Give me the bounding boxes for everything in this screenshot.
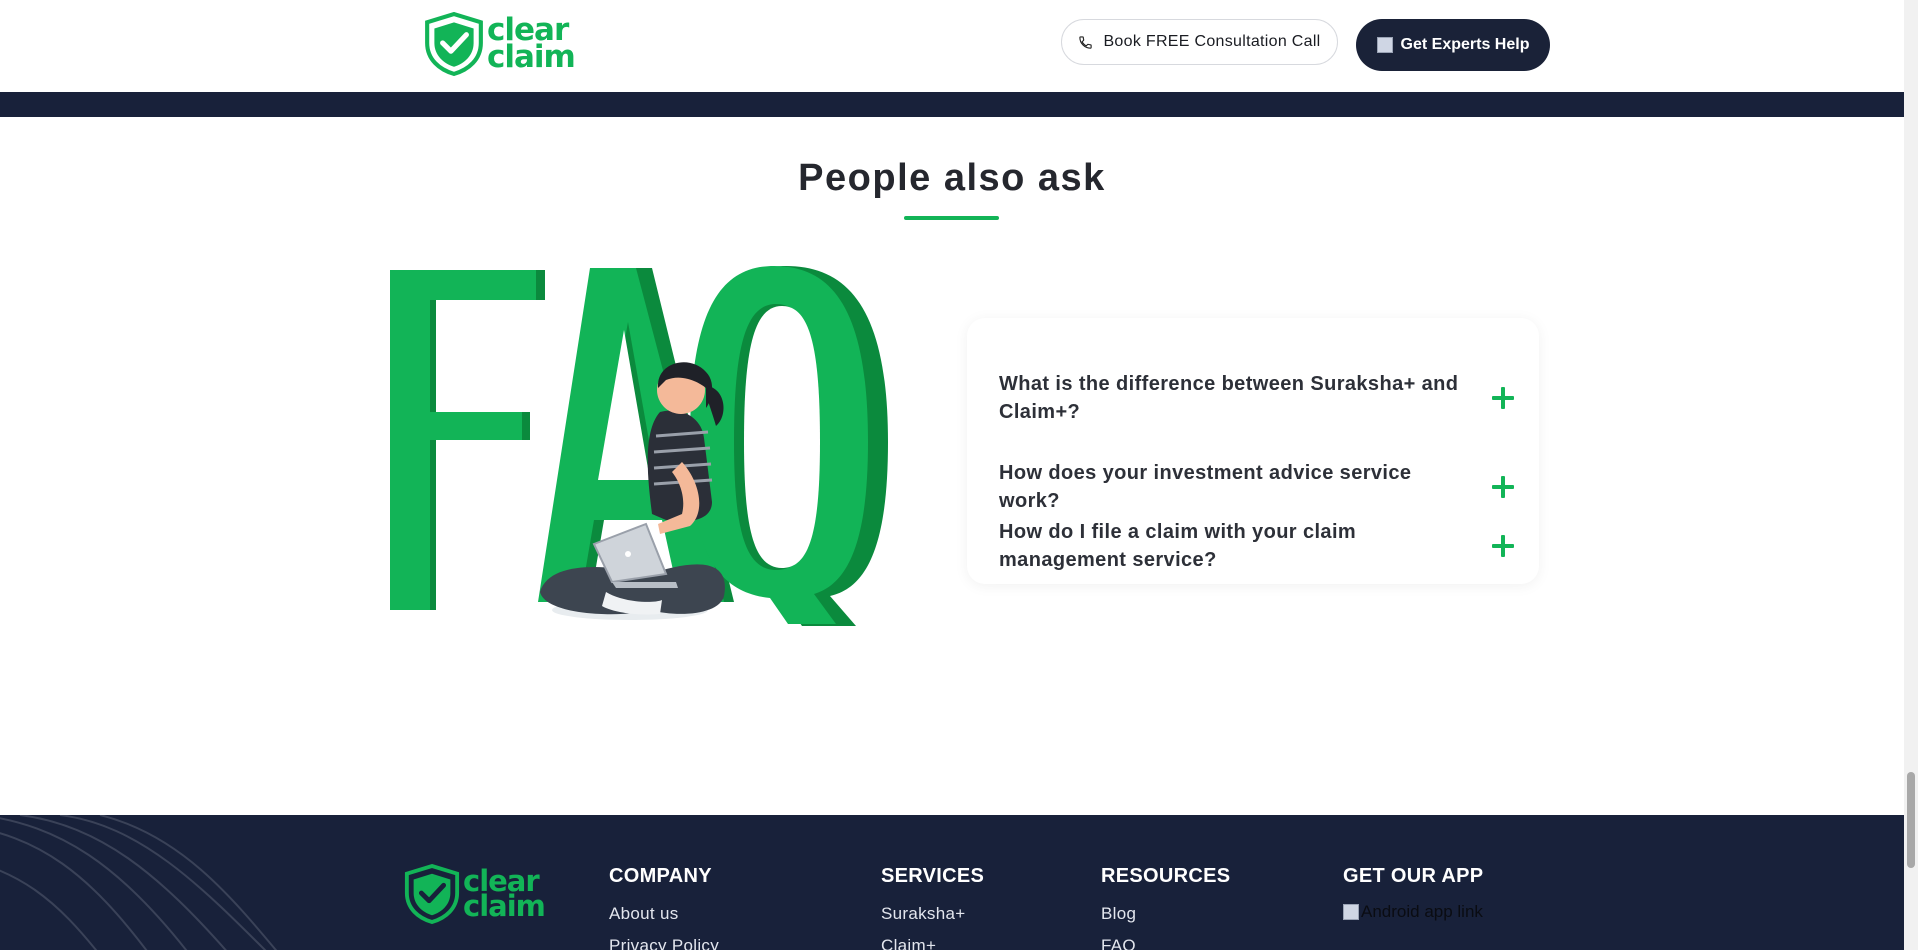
logo-wordmark: clear claim	[487, 12, 576, 75]
footer-services-column: SERVICES Suraksha+ Claim+	[881, 865, 984, 950]
faq-illustration	[390, 266, 888, 626]
book-consultation-label: Book FREE Consultation Call	[1103, 33, 1321, 50]
scrollbar-thumb[interactable]	[1907, 772, 1915, 868]
footer-link-faq[interactable]: FAQ	[1101, 936, 1230, 950]
footer-heading-services: SERVICES	[881, 865, 985, 887]
plus-icon[interactable]	[1491, 534, 1515, 558]
clearclaim-logo[interactable]: clear claim	[423, 12, 576, 76]
wave-pattern-decoration	[0, 815, 278, 950]
footer-heading-resources: RESOURCES	[1101, 865, 1231, 887]
site-footer: clear claim COMPANY About us Privacy Pol…	[0, 815, 1904, 950]
get-experts-help-button[interactable]: Get Experts Help	[1356, 19, 1550, 71]
footer-company-column: COMPANY About us Privacy Policy	[609, 865, 719, 950]
android-app-alt-text: Android app link	[1361, 902, 1483, 921]
footer-heading-app: GET OUR APP	[1343, 865, 1484, 887]
faq-card: What is the difference between Suraksha+…	[967, 318, 1539, 584]
title-underline	[904, 216, 999, 220]
shield-check-icon	[425, 12, 483, 76]
footer-app-column: GET OUR APP Android app link	[1343, 865, 1483, 922]
footer-link-blog[interactable]: Blog	[1101, 904, 1230, 924]
footer-link-about[interactable]: About us	[609, 904, 719, 924]
footer-heading-company: COMPANY	[609, 865, 712, 887]
faq-question: How does your investment advice service …	[999, 462, 1412, 512]
footer-link-privacy[interactable]: Privacy Policy	[609, 936, 719, 950]
footer-resources-column: RESOURCES Blog FAQ	[1101, 865, 1230, 950]
faq-item[interactable]: How do I file a claim with your claim ma…	[999, 518, 1515, 574]
faq-item[interactable]: How does your investment advice service …	[999, 459, 1515, 515]
footer-link-suraksha[interactable]: Suraksha+	[881, 904, 984, 924]
shield-check-icon	[404, 863, 460, 925]
broken-image-icon	[1343, 904, 1359, 920]
footer-link-claim[interactable]: Claim+	[881, 936, 984, 950]
footer-logo[interactable]: clear claim	[403, 863, 546, 925]
plus-icon[interactable]	[1491, 475, 1515, 499]
section-title: People also ask	[798, 157, 1106, 199]
site-header: clear claim Book FREE Consultation Call …	[0, 0, 1904, 92]
android-app-link[interactable]: Android app link	[1343, 902, 1483, 922]
plus-icon[interactable]	[1491, 386, 1515, 410]
nav-band	[0, 92, 1904, 117]
broken-image-icon	[1376, 37, 1393, 53]
footer-logo-wordmark: clear claim	[463, 864, 546, 923]
page-scrollbar[interactable]	[1904, 0, 1918, 950]
faq-item[interactable]: What is the difference between Suraksha+…	[999, 370, 1515, 426]
get-experts-help-label: Get Experts Help	[1400, 36, 1530, 53]
faq-question: How do I file a claim with your claim ma…	[999, 521, 1357, 571]
book-consultation-button[interactable]: Book FREE Consultation Call	[1061, 19, 1338, 65]
phone-icon	[1079, 35, 1093, 49]
faq-question: What is the difference between Suraksha+…	[999, 373, 1459, 423]
